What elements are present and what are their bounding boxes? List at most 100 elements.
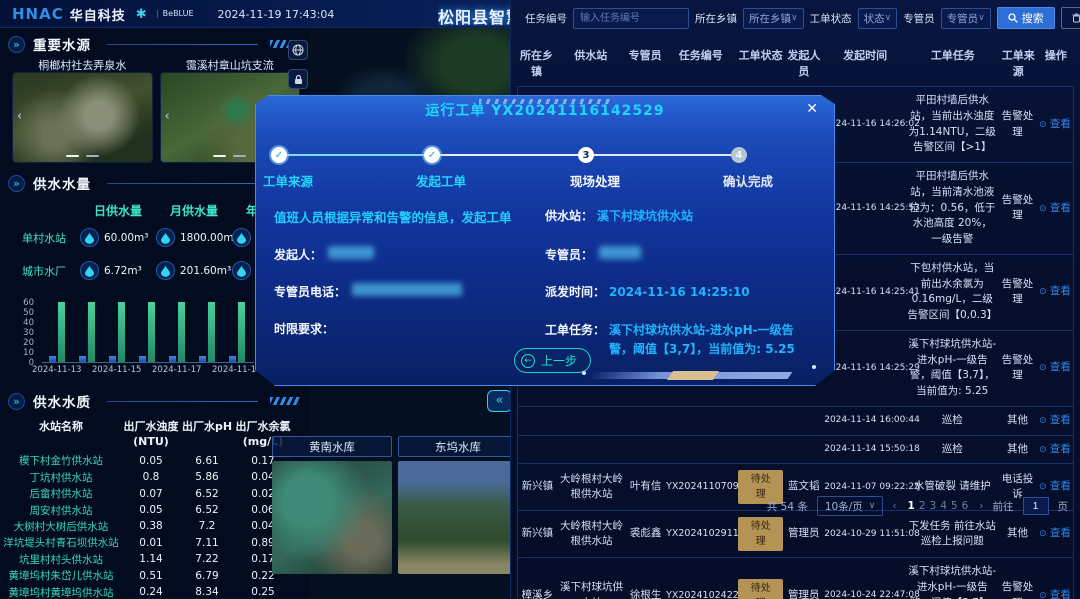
quality-row[interactable]: 黄墇坞村朱岱儿供水站 0.516.790.22	[0, 567, 310, 583]
page-number[interactable]: 2	[917, 500, 928, 512]
bar-group	[192, 302, 222, 362]
quality-row[interactable]: 洋坑堤头村青石坝供水站 0.017.110.89	[0, 535, 310, 551]
station-type-label: 城市水厂	[8, 263, 80, 279]
station-name-link[interactable]: 坑里村村头供水站	[0, 552, 122, 567]
modal-field: 派发时间：2024-11-16 14:25:10	[545, 283, 806, 302]
view-link[interactable]: ⊙ 查看	[1039, 443, 1071, 455]
station-name-link[interactable]: 模下村金竹供水站	[0, 453, 122, 468]
station-name-link[interactable]: 丁坑村供水站	[0, 470, 122, 485]
search-button[interactable]: 搜索	[997, 7, 1055, 29]
arrow-badge-icon: »	[8, 175, 25, 192]
quality-row[interactable]: 周安村供水站 0.056.520.06	[0, 502, 310, 518]
view-link[interactable]: ⊙ 查看	[1039, 202, 1071, 214]
eye-icon: ⊙	[1039, 287, 1047, 297]
eye-icon: ⊙	[1039, 120, 1047, 130]
page-number[interactable]: 1	[906, 500, 917, 512]
view-link[interactable]: ⊙ 查看	[1039, 527, 1071, 539]
quality-column-header: 水站名称	[0, 420, 122, 450]
work-order-row[interactable]: 樟溪乡溪下村球坑供水站徐根生 YX20241024224708待处理管理员 20…	[518, 557, 1073, 599]
eye-icon: ⊙	[1039, 416, 1047, 426]
eye-icon: ⊙	[1039, 204, 1047, 214]
step-connector	[287, 154, 424, 156]
arrow-badge-icon: »	[8, 393, 25, 410]
station-name-link[interactable]: 黄墇坞村黄墇坞供水站	[0, 585, 122, 599]
reservoir-tab[interactable]: 东坞水库	[398, 436, 518, 457]
view-link[interactable]: ⊙ 查看	[1039, 285, 1071, 297]
manager-select[interactable]: 专管员∨	[941, 8, 991, 29]
modal-left-column: 值班人员根据异常和告警的信息，发起工单 发起人： 专管员电话： 时限要求：	[274, 207, 545, 378]
quality-row[interactable]: 后畲村供水站 0.076.520.02	[0, 485, 310, 501]
quality-row[interactable]: 模下村金竹供水站 0.056.610.17	[0, 453, 310, 469]
per-page-select[interactable]: 10条/页∨	[817, 496, 884, 516]
section-title: 供水水质	[33, 391, 91, 411]
close-icon[interactable]: ✕	[806, 102, 818, 116]
town-select[interactable]: 所在乡镇∨	[743, 8, 804, 29]
droplet-icon	[80, 228, 99, 247]
task-no-input[interactable]	[573, 8, 689, 29]
page-number[interactable]: 4	[938, 500, 949, 512]
reservoir-images	[272, 461, 518, 574]
quality-row[interactable]: 大树村大树后供水站 0.387.20.04	[0, 518, 310, 534]
reservoir-photo	[272, 461, 392, 574]
bar-village	[58, 302, 65, 362]
station-name-link[interactable]: 大树村大树后供水站	[0, 519, 122, 534]
order-description: 值班人员根据异常和告警的信息，发起工单	[274, 207, 535, 226]
view-link[interactable]: ⊙ 查看	[1039, 589, 1071, 599]
modal-field: 时限要求：	[274, 320, 535, 337]
quality-row[interactable]: 坑里村村头供水站 1.147.220.17	[0, 551, 310, 567]
column-header: 专管员	[626, 47, 665, 79]
camera-card[interactable]: 桐榔村社去弄泉水 ‹	[12, 57, 153, 163]
bar-group	[222, 302, 252, 362]
step-circle: ✓	[424, 147, 440, 163]
carousel-prev-icon[interactable]: ‹	[165, 109, 170, 124]
column-header: 工单来源	[999, 47, 1038, 79]
previous-step-button[interactable]: ← 上一步	[514, 348, 591, 373]
chevron-down-icon: ∨	[978, 13, 985, 23]
x-tick-label: 2024-11-15	[92, 365, 141, 375]
goto-page-input[interactable]	[1023, 497, 1049, 515]
status-select[interactable]: 状态∨	[858, 8, 898, 29]
collapse-panel-button[interactable]: «	[487, 390, 512, 412]
view-link[interactable]: ⊙ 查看	[1039, 480, 1071, 492]
quality-column-header: 出厂水浊度(NTU)	[122, 420, 180, 450]
station-name-link[interactable]: 周安村供水站	[0, 503, 122, 518]
page-number[interactable]: 6	[960, 500, 971, 512]
camera-image: ‹	[12, 72, 153, 163]
view-link[interactable]: ⊙ 查看	[1039, 361, 1071, 373]
clear-button[interactable]: 清空	[1061, 7, 1080, 29]
station-name-link[interactable]: 后畲村供水站	[0, 486, 122, 501]
lock-icon[interactable]	[288, 69, 308, 89]
column-header: 工单任务	[907, 47, 999, 79]
pagination: 共 54 条 10条/页∨ ‹ 123456 › 前往 页	[511, 496, 1068, 516]
work-order-row[interactable]: 2024-11-14 16:00:44巡检其他 ⊙ 查看	[518, 406, 1073, 435]
x-tick-label: 2024-11-13	[32, 365, 81, 375]
divider	[107, 401, 258, 402]
station-name-link[interactable]: 洋坑堤头村青石坝供水站	[0, 535, 122, 550]
quality-row[interactable]: 黄墇坞村黄墇坞供水站 0.248.340.25	[0, 584, 310, 599]
step-label: 现场处理	[570, 171, 620, 190]
reservoir-tab[interactable]: 黄南水库	[272, 436, 392, 457]
view-link[interactable]: ⊙ 查看	[1039, 414, 1071, 426]
carousel-prev-icon[interactable]: ‹	[17, 109, 22, 124]
quality-row[interactable]: 丁坑村供水站 0.85.860.04	[0, 469, 310, 485]
volume-column-header: 日供水量	[80, 202, 156, 219]
page-number[interactable]: 5	[949, 500, 960, 512]
step-progress: ✓ 工单来源 ✓ 发起工单 3 现场处理 4 确认完成	[256, 147, 834, 191]
chart-x-axis: 2024-11-132024-11-152024-11-172024-11-19	[42, 363, 254, 375]
carousel-indicator[interactable]	[13, 155, 152, 157]
next-page-button[interactable]: ›	[979, 500, 983, 512]
prev-page-button[interactable]: ‹	[892, 500, 896, 512]
column-header: 供水站	[556, 47, 626, 79]
station-name-link[interactable]: 黄墇坞村朱岱儿供水站	[0, 568, 122, 583]
section-title: 重要水源	[33, 34, 91, 54]
globe-icon[interactable]	[288, 40, 308, 60]
work-order-row[interactable]: 2024-11-14 15:50:18巡检其他 ⊙ 查看	[518, 435, 1073, 464]
modal-decoration	[667, 371, 719, 380]
goto-label: 前往	[993, 499, 1014, 514]
dot-decoration	[812, 365, 816, 369]
page-number[interactable]: 3	[928, 500, 939, 512]
bar-group	[42, 302, 72, 362]
y-tick-label: 0	[6, 358, 34, 368]
view-link[interactable]: ⊙ 查看	[1039, 118, 1071, 130]
work-order-row[interactable]: 新兴镇大岭根村大岭根供水站裘彪鑫 YX20241029115107待处理管理员 …	[518, 510, 1073, 557]
